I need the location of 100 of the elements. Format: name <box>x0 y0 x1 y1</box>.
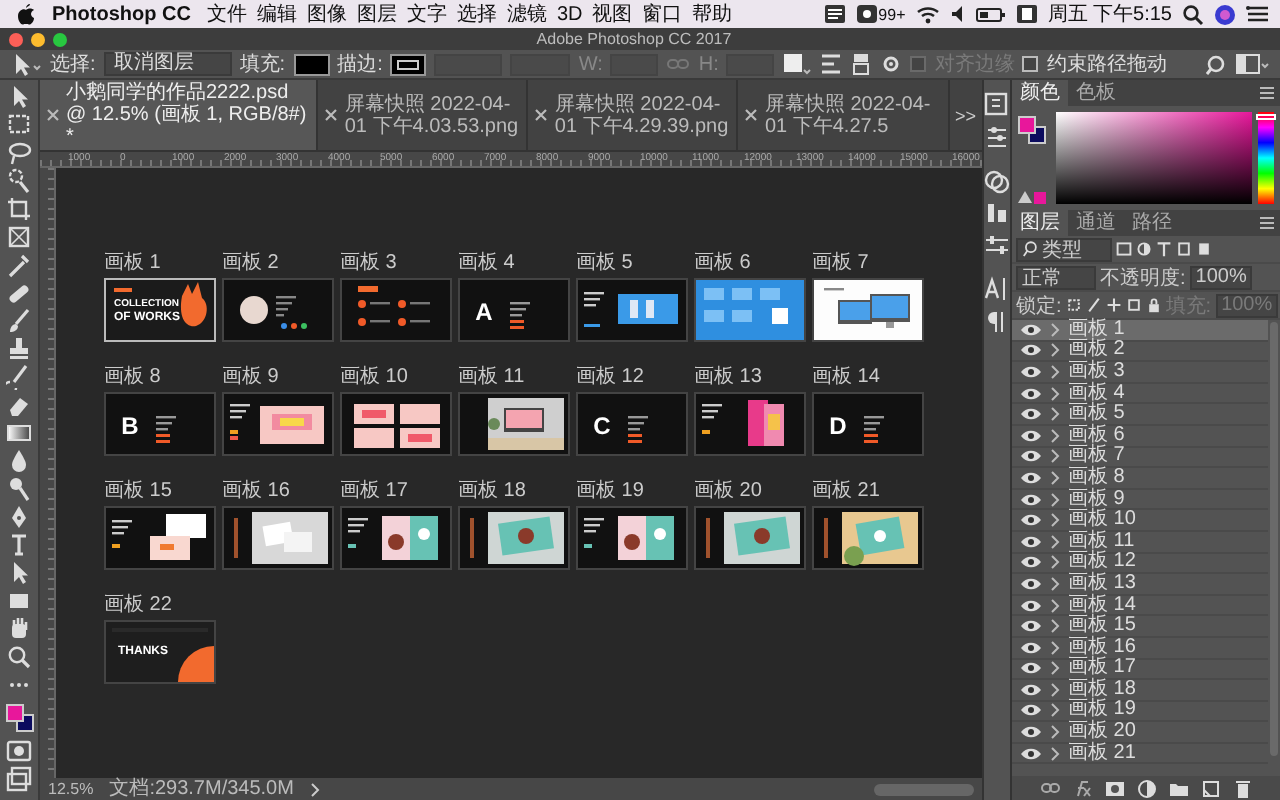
artboard[interactable] <box>694 278 806 342</box>
artboard[interactable] <box>694 392 806 456</box>
eye-icon[interactable] <box>1020 512 1042 529</box>
foreground-color-swatch[interactable] <box>1018 116 1036 134</box>
history-brush-tool-icon[interactable] <box>6 364 32 390</box>
artboard[interactable]: D <box>812 392 924 456</box>
stroke-width-field[interactable] <box>434 53 503 75</box>
layer-row[interactable]: 画板 16 <box>1012 637 1268 659</box>
rectangle-tool-icon[interactable] <box>6 588 32 614</box>
close-icon[interactable] <box>324 108 339 122</box>
artboard-label[interactable]: 画板 8 <box>104 366 161 388</box>
menu-item[interactable]: 文件 <box>206 0 247 28</box>
artboard-label[interactable]: 画板 6 <box>694 252 751 274</box>
layer-row[interactable]: 画板 7 <box>1012 447 1268 469</box>
artboard-label[interactable]: 画板 1 <box>104 252 161 274</box>
artboard-label[interactable]: 画板 21 <box>812 480 880 502</box>
layer-row[interactable]: 画板 9 <box>1012 489 1268 511</box>
artboard-label[interactable]: 画板 10 <box>340 366 408 388</box>
eye-icon[interactable] <box>1020 554 1042 571</box>
artboard-label[interactable]: 画板 12 <box>576 366 644 388</box>
layer-row[interactable]: 画板 14 <box>1012 595 1268 617</box>
more-tabs-button[interactable]: >> <box>949 105 983 125</box>
sliders-icon[interactable] <box>984 232 1010 258</box>
brush-tool-icon[interactable] <box>6 308 32 334</box>
artboard-label[interactable]: 画板 20 <box>694 480 762 502</box>
move-lock-icon[interactable] <box>1105 296 1122 314</box>
foreground-color-swatch[interactable] <box>5 704 23 722</box>
pen-tool-icon[interactable] <box>6 504 32 530</box>
artboard-label[interactable]: 画板 16 <box>222 480 290 502</box>
menu-item[interactable]: 编辑 <box>256 0 297 28</box>
arrow-tool-icon[interactable] <box>10 51 42 77</box>
brush-settings-icon[interactable] <box>984 124 1010 150</box>
display-icon[interactable] <box>1015 4 1038 24</box>
layer-row[interactable]: 画板 13 <box>1012 574 1268 596</box>
arrange-icon[interactable] <box>850 52 873 76</box>
eye-icon[interactable] <box>1020 702 1042 719</box>
menu-item[interactable]: 帮助 <box>692 0 733 28</box>
app-menu[interactable]: Photoshop CC <box>52 3 191 25</box>
close-icon[interactable] <box>744 108 759 122</box>
assistant-icon[interactable] <box>1214 3 1236 25</box>
align-icon[interactable] <box>820 52 843 76</box>
eye-icon[interactable] <box>1020 597 1042 614</box>
eye-icon[interactable] <box>1020 745 1042 762</box>
panel-tab[interactable]: 路径 <box>1124 210 1180 236</box>
artboard-label[interactable]: 画板 19 <box>576 480 644 502</box>
padlock-icon[interactable] <box>1145 296 1162 314</box>
menu-item[interactable]: 选择 <box>456 0 497 28</box>
panel-tab[interactable]: 颜色 <box>1012 80 1068 106</box>
checkbox[interactable] <box>1022 56 1039 72</box>
artboard[interactable] <box>812 278 924 342</box>
horizontal-scrollbar[interactable] <box>874 783 974 795</box>
artboard[interactable] <box>458 506 570 570</box>
menu-item[interactable]: 3D <box>556 3 583 25</box>
artboard[interactable]: B <box>104 392 216 456</box>
layer-row[interactable]: 画板 12 <box>1012 553 1268 575</box>
artboard-label[interactable]: 画板 2 <box>222 252 279 274</box>
artboard-label[interactable]: 画板 3 <box>340 252 397 274</box>
layer-row[interactable]: 画板 17 <box>1012 659 1268 681</box>
link-icon[interactable] <box>1039 777 1061 799</box>
layer-row[interactable]: 画板 21 <box>1012 743 1268 765</box>
list-icon[interactable] <box>1246 4 1270 24</box>
panel-tab[interactable]: 通道 <box>1068 210 1124 236</box>
eye-icon[interactable] <box>1020 448 1042 465</box>
eyedropper-tool-icon[interactable] <box>6 252 32 278</box>
layer-row[interactable]: 画板 5 <box>1012 404 1268 426</box>
eye-icon[interactable] <box>1020 321 1042 338</box>
path-operations-icon[interactable] <box>782 52 813 76</box>
character-icon[interactable] <box>984 276 1010 302</box>
filter-dropdown[interactable]: 类型 <box>1016 237 1112 261</box>
artboard[interactable] <box>576 506 688 570</box>
artboard[interactable] <box>340 506 452 570</box>
frame-tool-icon[interactable] <box>6 224 32 250</box>
type-cursor-icon[interactable] <box>6 532 32 558</box>
chevron-icon[interactable] <box>309 781 320 797</box>
artboard-label[interactable]: 画板 9 <box>222 366 279 388</box>
type-filter-icon[interactable] <box>1156 240 1172 258</box>
eye-icon[interactable] <box>1020 491 1042 508</box>
brush-lock-icon[interactable] <box>1085 296 1102 314</box>
quick-mask-icon[interactable] <box>6 738 32 764</box>
drop-tool-icon[interactable] <box>6 448 32 474</box>
close-button[interactable] <box>8 31 24 47</box>
artboard-label[interactable]: 画板 14 <box>812 366 880 388</box>
artboard[interactable] <box>458 392 570 456</box>
lock-pixels-icon[interactable] <box>1065 296 1082 314</box>
eye-icon[interactable] <box>1020 681 1042 698</box>
layer-row[interactable]: 画板 2 <box>1012 341 1268 363</box>
artboard[interactable] <box>576 278 688 342</box>
hue-slider-thumb[interactable] <box>1256 114 1276 121</box>
quick-select-tool-icon[interactable] <box>6 168 32 194</box>
image-filter-icon[interactable] <box>1116 240 1132 258</box>
color-field[interactable] <box>1056 112 1252 204</box>
panel-tab[interactable]: 图层 <box>1012 210 1068 236</box>
gradient-tool-icon[interactable] <box>6 420 32 446</box>
menu-item[interactable]: 文字 <box>406 0 447 28</box>
screen-mode-icon[interactable] <box>6 766 32 792</box>
eye-icon[interactable] <box>1020 660 1042 677</box>
layer-row[interactable]: 画板 3 <box>1012 362 1268 384</box>
eye-icon[interactable] <box>1020 533 1042 550</box>
layer-row[interactable]: 画板 20 <box>1012 722 1268 744</box>
eye-icon[interactable] <box>1020 639 1042 656</box>
